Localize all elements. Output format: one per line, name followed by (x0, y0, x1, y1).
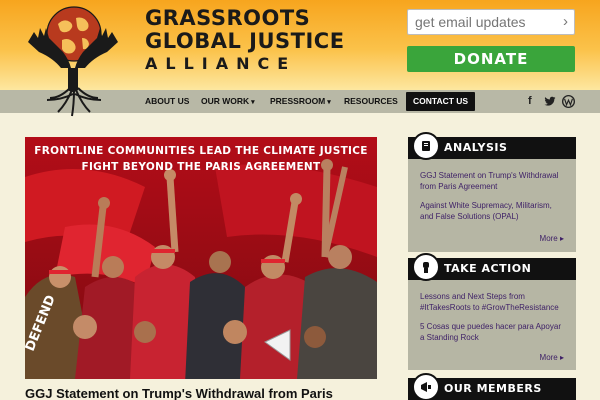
nav-item-label: ABOUT US (145, 96, 190, 106)
take-action-heading: TAKE ACTION (444, 262, 532, 275)
analysis-panel: ANALYSIS GGJ Statement on Trump's Withdr… (408, 132, 576, 252)
brand-line-2: GLOBAL JUSTICE (145, 29, 345, 53)
logo-hands-globe-icon[interactable] (18, 2, 128, 128)
donate-button[interactable]: DONATE (407, 46, 575, 72)
our-members-panel: OUR MEMBERS (408, 373, 576, 400)
analysis-heading: ANALYSIS (444, 141, 508, 154)
take-action-more-link[interactable]: More ▸ (540, 353, 564, 362)
nav-item-contact-us[interactable]: CONTACT US (406, 92, 476, 111)
analysis-link[interactable]: Against White Supremacy, Militarism, and… (408, 201, 576, 222)
brand-line-3: ALLIANCE (145, 54, 297, 73)
raised-fist-icon (412, 253, 440, 281)
nav-item-resources[interactable]: RESOURCES (344, 90, 398, 113)
email-updates-input[interactable] (408, 10, 548, 34)
take-action-panel-header[interactable]: TAKE ACTION (408, 253, 576, 281)
our-members-heading: OUR MEMBERS (444, 382, 542, 395)
hero-caption: FRONTLINE COMMUNITIES LEAD THE CLIMATE J… (25, 143, 377, 175)
brand-wordmark[interactable]: GRASSROOTS GLOBAL JUSTICE ALLIANCE (145, 8, 345, 72)
take-action-link[interactable]: Lessons and Next Steps from #ItTakesRoot… (408, 292, 576, 313)
nav-item-label: PRESSROOM (270, 96, 326, 106)
twitter-icon[interactable] (544, 96, 556, 107)
chevron-down-icon: ▾ (327, 99, 331, 106)
facebook-icon[interactable]: f (528, 90, 532, 113)
brand-line-1: GRASSROOTS (145, 6, 311, 30)
email-signup-box: › (407, 9, 575, 35)
featured-article-title[interactable]: GGJ Statement on Trump's Withdrawal from… (25, 386, 333, 400)
nav-item-label: OUR WORK (201, 96, 250, 106)
take-action-link[interactable]: 5 Cosas que puedes hacer para Apoyar a S… (408, 322, 576, 343)
site-header: GRASSROOTS GLOBAL JUSTICE ALLIANCE › DON… (0, 0, 600, 117)
nav-item-label: RESOURCES (344, 96, 398, 106)
analysis-more-link[interactable]: More ▸ (540, 234, 564, 243)
wordpress-icon[interactable] (562, 95, 575, 108)
megaphone-icon (412, 373, 440, 400)
hero-image[interactable]: DEFEND FRONTLINE COMMUNITIES LEAD THE CL… (25, 137, 377, 379)
nav-item-label: CONTACT US (413, 96, 469, 106)
hero-caption-line-2: FIGHT BEYOND THE PARIS AGREEMENT (81, 161, 321, 173)
our-members-panel-header[interactable]: OUR MEMBERS (408, 373, 576, 400)
hero-caption-line-1: FRONTLINE COMMUNITIES LEAD THE CLIMATE J… (34, 145, 368, 157)
chevron-down-icon: ▾ (251, 99, 255, 106)
analysis-link[interactable]: GGJ Statement on Trump's Withdrawal from… (408, 171, 576, 192)
book-icon (412, 132, 440, 160)
take-action-panel: TAKE ACTION Lessons and Next Steps from … (408, 253, 576, 370)
analysis-panel-header[interactable]: ANALYSIS (408, 132, 576, 160)
email-submit-arrow-icon[interactable]: › (563, 13, 568, 30)
nav-item-pressroom[interactable]: PRESSROOM ▾ (270, 90, 331, 113)
nav-item-our-work[interactable]: OUR WORK ▾ (201, 90, 255, 113)
nav-item-about-us[interactable]: ABOUT US (145, 90, 189, 113)
